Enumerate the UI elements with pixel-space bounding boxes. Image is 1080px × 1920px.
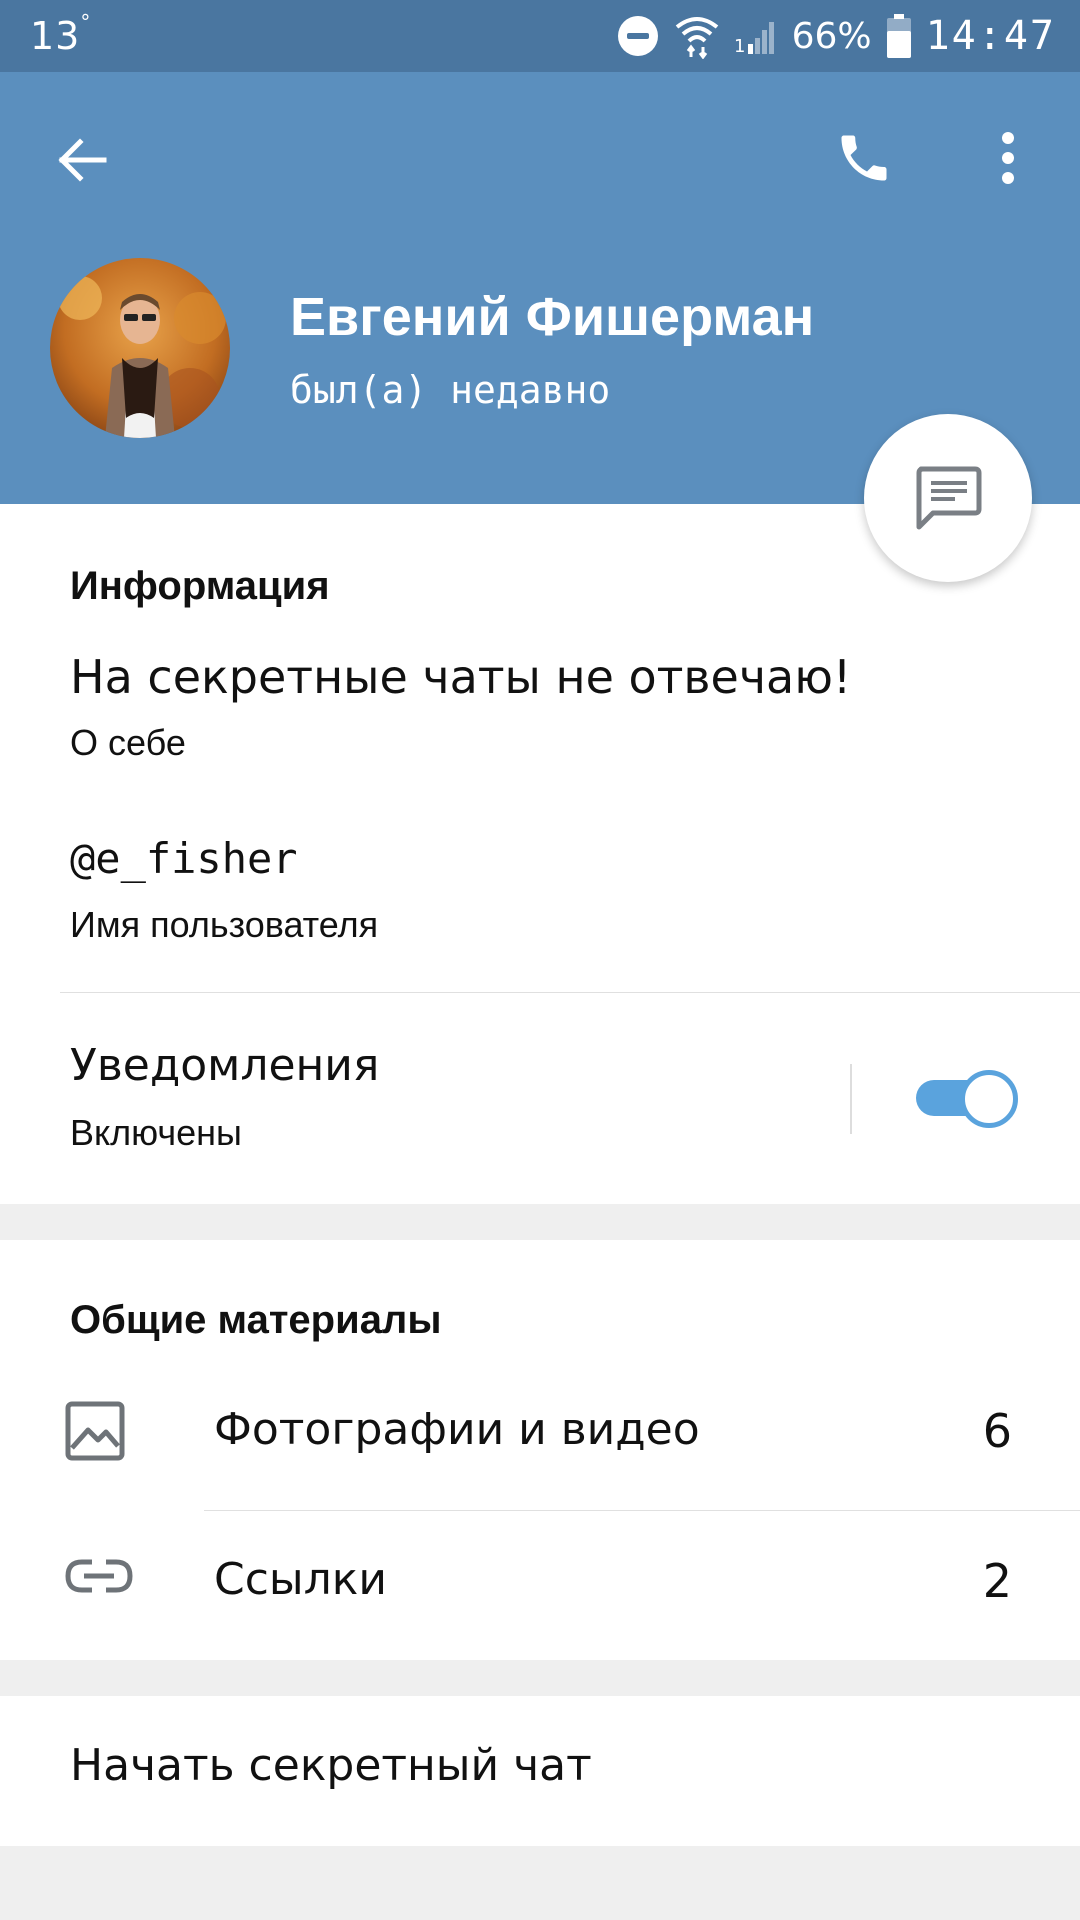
username-value[interactable]: @e_fisher	[70, 834, 298, 883]
divider	[60, 992, 1080, 993]
username-caption: Имя пользователя	[70, 904, 379, 945]
send-message-button[interactable]	[864, 414, 1032, 582]
last-seen-status: был(а) недавно	[290, 368, 611, 412]
contact-name: Евгений Фишерман	[290, 287, 815, 347]
vertical-separator	[850, 1064, 852, 1134]
back-button[interactable]	[44, 122, 120, 198]
more-button[interactable]	[972, 118, 1044, 198]
more-vert-icon	[1002, 132, 1014, 184]
wifi-icon	[674, 13, 720, 59]
signal-icon: 1	[734, 16, 778, 56]
divider	[204, 1510, 1080, 1511]
notifications-label[interactable]: Уведомления	[70, 1040, 379, 1091]
bio-value[interactable]: На секретные чаты не отвечаю!	[70, 650, 851, 704]
links-label[interactable]: Ссылки	[214, 1554, 387, 1605]
call-button[interactable]	[824, 118, 904, 198]
avatar[interactable]	[50, 258, 230, 438]
phone-icon	[841, 135, 887, 181]
info-section-title: Информация	[70, 564, 330, 608]
link-icon	[64, 1556, 134, 1596]
bio-caption: О себе	[70, 722, 186, 763]
degree-sign: °	[80, 10, 92, 35]
temperature-value: 13	[30, 14, 81, 58]
secret-chat-card: Начать секретный чат	[0, 1696, 1080, 1846]
back-arrow-icon	[58, 138, 107, 182]
shared-section-title: Общие материалы	[70, 1298, 442, 1342]
start-secret-chat-button[interactable]: Начать секретный чат	[70, 1740, 592, 1791]
links-count: 2	[982, 1554, 1012, 1608]
notifications-toggle[interactable]	[914, 1068, 1018, 1128]
battery-percent: 66%	[791, 15, 872, 57]
message-icon	[916, 466, 982, 530]
clock: 14:47	[925, 13, 1056, 59]
svg-text:1: 1	[734, 36, 745, 56]
do-not-disturb-icon	[616, 14, 660, 58]
temperature: 13°	[30, 10, 91, 58]
battery-icon	[886, 14, 912, 58]
notifications-state: Включены	[70, 1112, 242, 1153]
photos-videos-label[interactable]: Фотографии и видео	[214, 1404, 700, 1455]
image-icon	[64, 1400, 126, 1462]
info-card: Информация На секретные чаты не отвечаю!…	[0, 504, 1080, 1204]
shared-media-card: Общие материалы Фотографии и видео 6 Ссы…	[0, 1240, 1080, 1660]
photos-videos-count: 6	[982, 1404, 1012, 1458]
status-bar: 13° 1 66% 14:47	[0, 0, 1080, 72]
